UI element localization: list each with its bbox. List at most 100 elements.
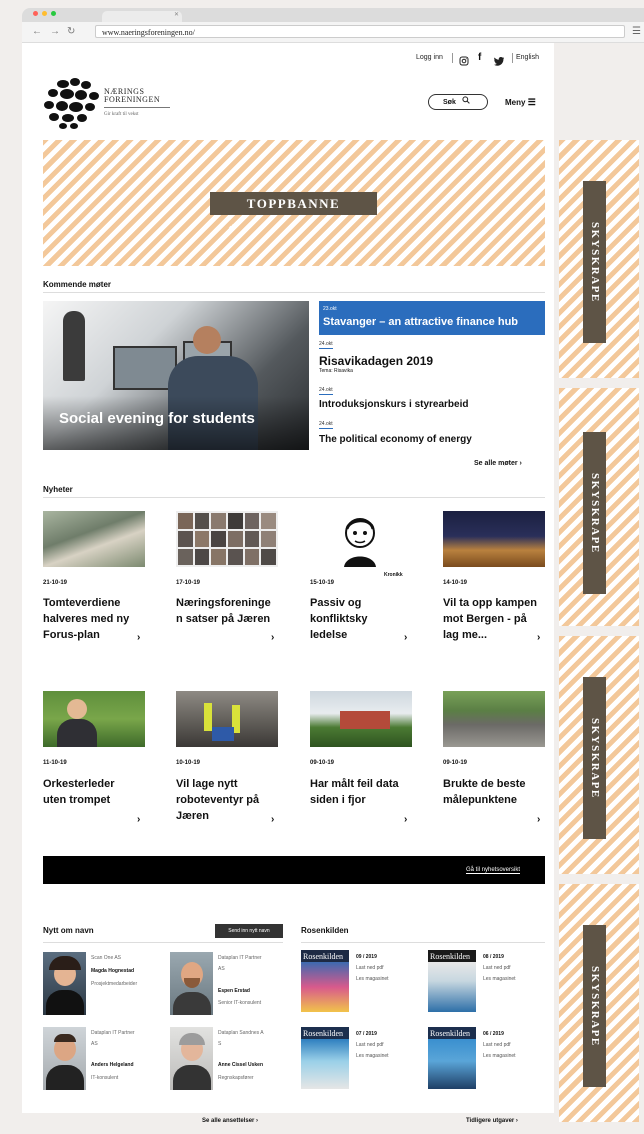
hamburger-icon: ☰ (527, 97, 536, 107)
search-button[interactable]: Søk (428, 94, 488, 110)
news-title-line: lag me... (443, 629, 488, 641)
avatar[interactable] (170, 1027, 213, 1090)
person-company: Dataplan IT Partner AS (218, 953, 288, 975)
person-company: Dataplan IT Partner AS (91, 1028, 161, 1050)
forward-arrow-icon[interactable]: → (50, 26, 60, 37)
english-link[interactable]: English (516, 54, 539, 61)
see-all-employments-link[interactable]: Se alle ansettelser › (202, 1118, 258, 1124)
magazine-issue: 08 / 2019 (483, 954, 504, 960)
skyscraper-label: SKYSKRAPE (583, 677, 606, 839)
download-pdf-link[interactable]: Last ned pdf (356, 1040, 389, 1051)
news-title-line: siden i fjor (310, 794, 366, 806)
news-title-line: målepunktene (443, 794, 517, 806)
instagram-icon[interactable] (459, 53, 469, 71)
news-title-line: Har målt feil data (310, 778, 399, 790)
magazine-cover[interactable]: Rosenkilden (428, 1027, 476, 1089)
person-company: Scan One AS (91, 955, 122, 961)
event-title[interactable]: Risavikadagen 2019 (319, 354, 433, 368)
magazine-cover[interactable]: Rosenkilden (428, 950, 476, 1012)
download-pdf-link[interactable]: Last ned pdf (483, 1040, 516, 1051)
chevron-right-icon[interactable]: › (137, 814, 140, 825)
avatar[interactable] (43, 1027, 86, 1090)
news-thumbnail-building[interactable] (310, 691, 412, 747)
event-date: 24.okt (319, 341, 333, 347)
news-title[interactable]: Næringsforeninge n satser på Jæren (176, 595, 282, 627)
magazine-info: 08 / 2019 Last ned pdf Les magasinet (483, 952, 516, 985)
person-name[interactable]: Anders Helgeland (91, 1062, 134, 1068)
magazine-cover-title: Rosenkilden (430, 1029, 470, 1038)
browser-tab[interactable] (102, 11, 182, 22)
logo-divider (104, 107, 170, 108)
minimize-window-dot[interactable] (42, 11, 47, 16)
news-thumbnail-stage[interactable] (443, 511, 545, 567)
download-pdf-link[interactable]: Last ned pdf (483, 963, 516, 974)
earlier-issues-label: Tidligere utgaver (466, 1118, 515, 1124)
chevron-right-icon: › (515, 1118, 518, 1124)
menu-button[interactable]: Meny ☰ (505, 97, 536, 108)
section-divider (43, 292, 545, 293)
news-title[interactable]: Har målt feil data siden i fjor (310, 776, 416, 808)
back-arrow-icon[interactable]: ← (32, 26, 42, 37)
news-title-line: n satser på Jæren (176, 613, 271, 625)
divider (512, 53, 513, 63)
news-title[interactable]: Orkesterleder uten trompet (43, 776, 149, 808)
news-thumbnail-portrait[interactable] (43, 691, 145, 747)
login-link[interactable]: Logg inn (416, 54, 443, 61)
news-thumbnail-aerial[interactable] (43, 511, 145, 567)
news-overview-link[interactable]: Gå til nyhetsoversikt (466, 867, 521, 874)
event-title[interactable]: Introduksjonskurs i styrearbeid (319, 399, 469, 410)
news-thumbnail-traffic[interactable] (443, 691, 545, 747)
download-pdf-link[interactable]: Last ned pdf (356, 963, 389, 974)
columnist-portrait-icon[interactable] (338, 511, 382, 567)
news-thumbnail-portraits[interactable] (176, 511, 278, 567)
news-thumbnail-factory[interactable] (176, 691, 278, 747)
person-company-line: Dataplan Sandnes A (218, 1030, 264, 1036)
news-title-line: uten trompet (43, 794, 111, 806)
news-title[interactable]: Vil lage nytt roboteventyr på Jæren (176, 776, 282, 824)
news-title[interactable]: Passiv og konfliktsky ledelse (310, 595, 416, 643)
news-date: 10-10-19 (176, 760, 201, 766)
news-date: 11-10-19 (43, 760, 67, 766)
menu-label: Meny (505, 98, 526, 107)
maximize-window-dot[interactable] (51, 11, 56, 16)
read-magazine-link[interactable]: Les magasinet (483, 974, 516, 985)
person-name[interactable]: Anne Cissel Usken (218, 1062, 263, 1068)
avatar[interactable] (170, 952, 213, 1015)
magazine-cover[interactable]: Rosenkilden (301, 950, 349, 1012)
close-window-dot[interactable] (33, 11, 38, 16)
news-title[interactable]: Vil ta opp kampen mot Bergen - på lag me… (443, 595, 549, 643)
chevron-right-icon[interactable]: › (271, 814, 274, 825)
read-magazine-link[interactable]: Les magasinet (356, 974, 389, 985)
person-name[interactable]: Magda Hognestad (91, 968, 134, 974)
chevron-right-icon[interactable]: › (271, 632, 274, 643)
earlier-issues-link[interactable]: Tidligere utgaver › (466, 1118, 518, 1124)
logo-wordmark[interactable]: NÆRINGS FORENINGEN (104, 88, 160, 104)
reload-icon[interactable]: ↻ (67, 26, 75, 37)
news-title-line: ledelse (310, 629, 348, 641)
address-bar[interactable]: www.naeringsforeningen.no/ (95, 25, 625, 38)
chevron-right-icon[interactable]: › (404, 814, 407, 825)
hero-caption[interactable]: Social evening for students (59, 410, 255, 427)
browser-menu-icon[interactable]: ☰ (632, 26, 641, 37)
hero-meeting-image[interactable] (43, 301, 309, 450)
news-title[interactable]: Tomteverdiene halveres med ny Forus-plan (43, 595, 149, 643)
chevron-right-icon[interactable]: › (137, 632, 140, 643)
read-magazine-link[interactable]: Les magasinet (483, 1051, 516, 1062)
facebook-icon[interactable]: f (478, 53, 481, 63)
twitter-icon[interactable] (494, 53, 505, 71)
chevron-right-icon[interactable]: › (537, 814, 540, 825)
magazine-issue: 07 / 2019 (356, 1031, 377, 1037)
tab-close-icon[interactable]: ✕ (174, 11, 179, 18)
news-title[interactable]: Brukte de beste målepunktene (443, 776, 549, 808)
news-date: 21-10-19 (43, 580, 68, 586)
chevron-right-icon[interactable]: › (537, 632, 540, 643)
logo-mark-icon[interactable] (43, 76, 101, 130)
magazine-cover[interactable]: Rosenkilden (301, 1027, 349, 1089)
see-all-meetings-link[interactable]: Se alle møter › (474, 460, 522, 467)
chevron-right-icon[interactable]: › (404, 632, 407, 643)
event-title[interactable]: The political economy of energy (319, 434, 472, 445)
send-name-button[interactable]: Send inn nytt navn (215, 924, 283, 938)
read-magazine-link[interactable]: Les magasinet (356, 1051, 389, 1062)
avatar[interactable] (43, 952, 86, 1015)
person-name[interactable]: Espen Erstad (218, 988, 250, 994)
